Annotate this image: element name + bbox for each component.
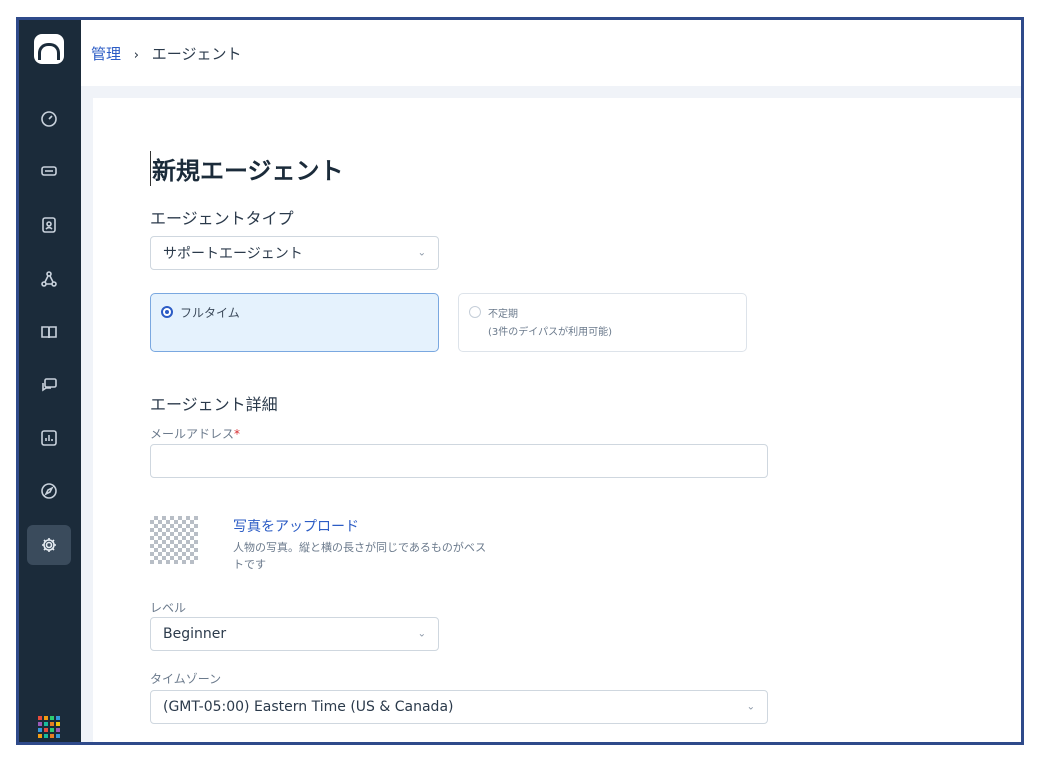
fulltime-radio[interactable] bbox=[161, 306, 173, 318]
occasional-option-card[interactable]: 不定期 (3件のデイパスが利用可能) bbox=[458, 293, 747, 352]
social-icon[interactable] bbox=[27, 259, 71, 299]
agent-details-label: エージェント詳細 bbox=[150, 395, 278, 414]
page-title: 新規エージェント bbox=[150, 151, 344, 186]
app-logo-icon[interactable] bbox=[34, 34, 64, 64]
forums-icon[interactable] bbox=[27, 365, 71, 405]
fulltime-label: フルタイム bbox=[180, 306, 240, 320]
reports-icon[interactable] bbox=[27, 418, 71, 458]
occasional-label: 不定期 bbox=[488, 309, 518, 320]
breadcrumb-current: エージェント bbox=[151, 44, 242, 63]
level-select[interactable]: Beginner ⌄ bbox=[150, 617, 439, 651]
upload-help-text: 人物の写真。縦と横の長さが同じであるものがベストです bbox=[233, 541, 487, 571]
timezone-value: (GMT-05:00) Eastern Time (US & Canada) bbox=[163, 699, 454, 715]
top-header: 管理 › エージェント bbox=[81, 20, 1021, 87]
admin-gear-icon[interactable] bbox=[27, 525, 71, 565]
explore-icon[interactable] bbox=[27, 471, 71, 511]
required-mark: * bbox=[234, 427, 241, 441]
dashboard-icon[interactable] bbox=[27, 99, 71, 139]
email-input[interactable] bbox=[150, 444, 768, 478]
agent-type-label: エージェントタイプ bbox=[150, 209, 294, 228]
occasional-radio[interactable] bbox=[469, 306, 481, 318]
fulltime-option-card[interactable]: フルタイム bbox=[150, 293, 439, 352]
sidebar bbox=[19, 20, 81, 742]
level-label: レベル bbox=[150, 601, 187, 615]
agent-type-select[interactable]: サポートエージェント ⌄ bbox=[150, 236, 439, 270]
agent-type-value: サポートエージェント bbox=[163, 246, 303, 262]
tickets-icon[interactable] bbox=[27, 151, 71, 191]
occasional-sub: (3件のデイパスが利用可能) bbox=[488, 327, 612, 338]
contacts-icon[interactable] bbox=[27, 205, 71, 245]
timezone-select[interactable]: (GMT-05:00) Eastern Time (US & Canada) ⌄ bbox=[150, 690, 768, 724]
breadcrumb: 管理 › エージェント bbox=[91, 43, 241, 64]
email-label: メールアドレス* bbox=[150, 425, 240, 442]
apps-grid-icon[interactable] bbox=[38, 716, 60, 738]
upload-photo-link[interactable]: 写真をアップロード bbox=[233, 516, 359, 536]
app-window: 管理 › エージェント 新規エージェント エージェントタイプ サポートエージェン… bbox=[16, 17, 1024, 745]
email-label-text: メールアドレス bbox=[150, 427, 235, 441]
breadcrumb-separator: › bbox=[133, 47, 139, 63]
timezone-label: タイムゾーン bbox=[150, 672, 222, 686]
chevron-down-icon: ⌄ bbox=[417, 247, 426, 259]
knowledge-base-icon[interactable] bbox=[27, 312, 71, 352]
chevron-down-icon: ⌄ bbox=[417, 628, 426, 640]
chevron-down-icon: ⌄ bbox=[746, 701, 755, 713]
breadcrumb-admin-link[interactable]: 管理 bbox=[91, 45, 121, 63]
level-value: Beginner bbox=[163, 626, 227, 642]
avatar-placeholder bbox=[150, 516, 198, 564]
